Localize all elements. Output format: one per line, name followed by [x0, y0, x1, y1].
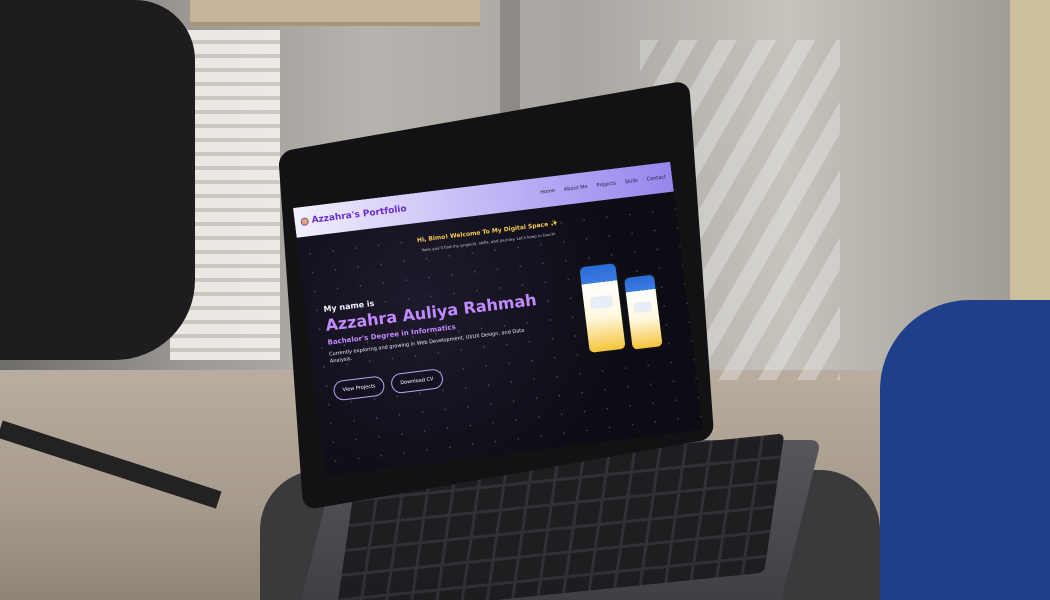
brand-logo[interactable]: Azzahra's Portfolio [300, 204, 407, 227]
nav-links: Home About Me Projects Skills Contact [540, 174, 666, 195]
nav-contact[interactable]: Contact [646, 174, 666, 182]
avatar-icon [300, 217, 310, 227]
wooden-shelf [190, 0, 480, 26]
person-sleeve [880, 300, 1050, 600]
phone-mockup-screen [624, 274, 663, 350]
phone-mockup-screen [579, 263, 626, 353]
nav-skills[interactable]: Skills [625, 178, 638, 186]
nav-about-me[interactable]: About Me [564, 184, 588, 193]
laptop-screen: Azzahra's Portfolio Home About Me Projec… [293, 161, 704, 476]
nav-home[interactable]: Home [540, 188, 555, 196]
office-chair [0, 0, 195, 360]
nav-projects[interactable]: Projects [596, 180, 616, 188]
cabinet [1010, 0, 1050, 330]
brand-name: Azzahra's Portfolio [311, 204, 408, 226]
